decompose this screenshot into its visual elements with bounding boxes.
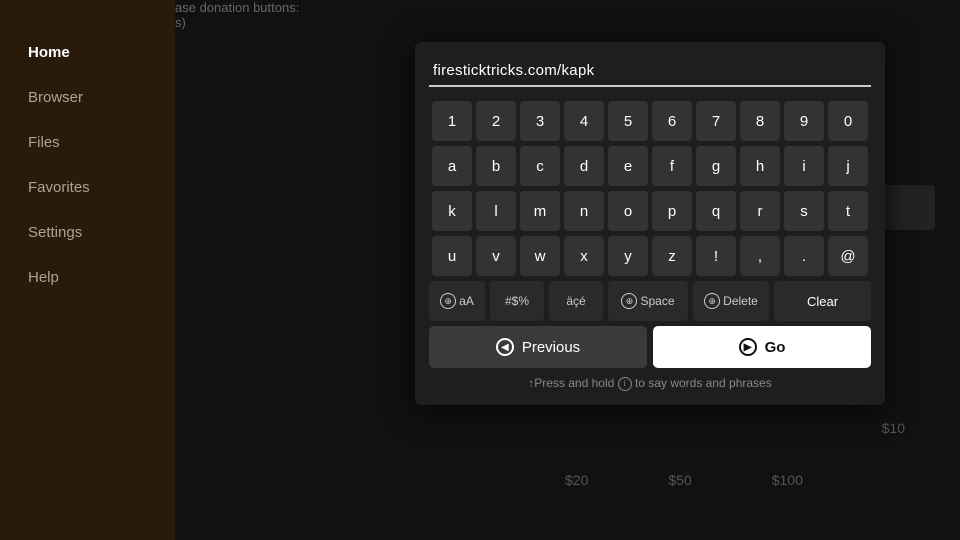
- key-1[interactable]: 1: [432, 101, 472, 141]
- key-j[interactable]: j: [828, 146, 868, 186]
- key-7[interactable]: 7: [696, 101, 736, 141]
- key-d[interactable]: d: [564, 146, 604, 186]
- sidebar-item-help[interactable]: Help: [0, 255, 175, 300]
- main-content: ase donation buttons: s) $10 $20 $50 $10…: [175, 0, 960, 540]
- key-b[interactable]: b: [476, 146, 516, 186]
- key-n[interactable]: n: [564, 191, 604, 231]
- voice-hint: ↑Press and hold i to say words and phras…: [429, 376, 871, 391]
- key-s[interactable]: s: [784, 191, 824, 231]
- amount-10: $10: [882, 420, 905, 436]
- key-t[interactable]: t: [828, 191, 868, 231]
- go-icon: ▶: [739, 338, 757, 356]
- key-3[interactable]: 3: [520, 101, 560, 141]
- key-8[interactable]: 8: [740, 101, 780, 141]
- key-clear[interactable]: Clear: [774, 281, 871, 321]
- keyboard-special-row: ⊕ aA #$% äçé ⊕ Space ⊕ Delete Clear: [429, 281, 871, 321]
- sidebar-item-home[interactable]: Home: [0, 30, 175, 75]
- key-q[interactable]: q: [696, 191, 736, 231]
- keyboard-row-numbers: 1 2 3 4 5 6 7 8 9 0: [429, 101, 871, 141]
- donation-text: ase donation buttons: s): [175, 0, 960, 30]
- go-button[interactable]: ▶ Go: [653, 326, 871, 368]
- key-accents[interactable]: äçé: [549, 281, 603, 321]
- sidebar-item-favorites[interactable]: Favorites: [0, 165, 175, 210]
- key-x[interactable]: x: [564, 236, 604, 276]
- key-2[interactable]: 2: [476, 101, 516, 141]
- key-9[interactable]: 9: [784, 101, 824, 141]
- key-o[interactable]: o: [608, 191, 648, 231]
- donation-amounts: $20 $50 $100: [565, 472, 803, 488]
- sidebar: Home Browser Files Favorites Settings He…: [0, 0, 175, 540]
- key-r[interactable]: r: [740, 191, 780, 231]
- key-delete[interactable]: ⊕ Delete: [693, 281, 769, 321]
- key-f[interactable]: f: [652, 146, 692, 186]
- key-symbols[interactable]: #$%: [490, 281, 544, 321]
- previous-icon: ◀: [496, 338, 514, 356]
- keyboard-overlay: 1 2 3 4 5 6 7 8 9 0 a b c d e f g h i j …: [415, 42, 885, 405]
- key-0[interactable]: 0: [828, 101, 868, 141]
- key-e[interactable]: e: [608, 146, 648, 186]
- key-exclaim[interactable]: !: [696, 236, 736, 276]
- key-at[interactable]: @: [828, 236, 868, 276]
- key-z[interactable]: z: [652, 236, 692, 276]
- key-g[interactable]: g: [696, 146, 736, 186]
- key-space[interactable]: ⊕ Space: [608, 281, 688, 321]
- sidebar-item-files[interactable]: Files: [0, 120, 175, 165]
- key-4[interactable]: 4: [564, 101, 604, 141]
- key-p[interactable]: p: [652, 191, 692, 231]
- keyboard-row-aj: a b c d e f g h i j: [429, 146, 871, 186]
- sidebar-item-settings[interactable]: Settings: [0, 210, 175, 255]
- url-input[interactable]: [429, 58, 871, 87]
- key-period[interactable]: .: [784, 236, 824, 276]
- key-5[interactable]: 5: [608, 101, 648, 141]
- key-h[interactable]: h: [740, 146, 780, 186]
- key-caps[interactable]: ⊕ aA: [429, 281, 485, 321]
- key-v[interactable]: v: [476, 236, 516, 276]
- key-c[interactable]: c: [520, 146, 560, 186]
- key-m[interactable]: m: [520, 191, 560, 231]
- previous-button[interactable]: ◀ Previous: [429, 326, 647, 368]
- key-a[interactable]: a: [432, 146, 472, 186]
- key-y[interactable]: y: [608, 236, 648, 276]
- key-6[interactable]: 6: [652, 101, 692, 141]
- key-l[interactable]: l: [476, 191, 516, 231]
- key-i[interactable]: i: [784, 146, 824, 186]
- keyboard-nav-row: ◀ Previous ▶ Go: [429, 326, 871, 368]
- key-k[interactable]: k: [432, 191, 472, 231]
- sidebar-item-browser[interactable]: Browser: [0, 75, 175, 120]
- keyboard-row-kt: k l m n o p q r s t: [429, 191, 871, 231]
- key-comma[interactable]: ,: [740, 236, 780, 276]
- key-u[interactable]: u: [432, 236, 472, 276]
- key-w[interactable]: w: [520, 236, 560, 276]
- keyboard-row-uz: u v w x y z ! , . @: [429, 236, 871, 276]
